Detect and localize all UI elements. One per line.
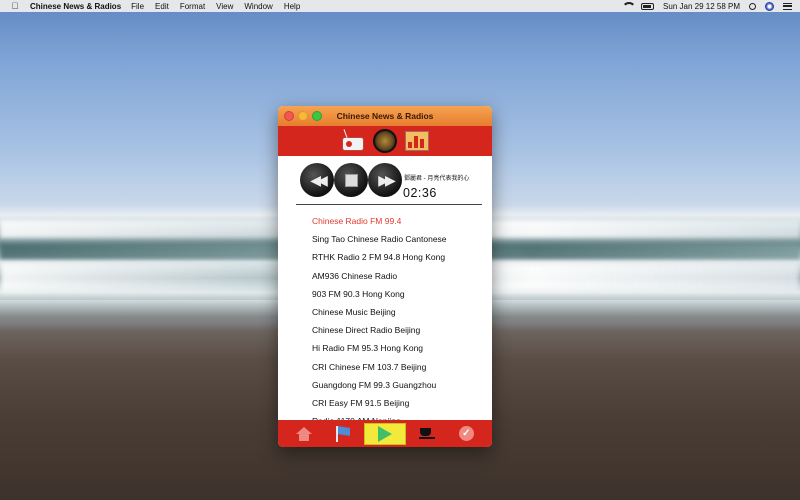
tab-home[interactable]	[286, 423, 322, 445]
station-list-item[interactable]: AM936 Chinese Radio	[312, 267, 492, 285]
play-icon	[377, 425, 392, 442]
fast-forward-button[interactable]: ▶▶	[368, 163, 402, 197]
tab-podcast[interactable]	[373, 129, 397, 153]
status-area: Sun Jan 29 12 58 PM	[622, 1, 792, 11]
menu-bar:  Chinese News & Radios File Edit Format…	[0, 0, 800, 12]
station-list-scroll[interactable]: Chinese Radio FM 99.4 Sing Tao Chinese Ra…	[278, 212, 492, 420]
menu-help[interactable]: Help	[284, 2, 300, 11]
siri-icon[interactable]	[765, 1, 774, 11]
notification-center-icon[interactable]	[783, 2, 792, 10]
menu-view[interactable]: View	[216, 2, 233, 11]
menu-app-name[interactable]: Chinese News & Radios	[30, 2, 121, 11]
zoom-button[interactable]	[312, 111, 322, 121]
window-titlebar[interactable]: Chinese News & Radios	[278, 106, 492, 126]
tab-more-apps[interactable]	[409, 423, 445, 445]
fast-forward-icon: ▶▶	[378, 172, 395, 188]
chart-icon	[405, 131, 429, 151]
station-list-item[interactable]: Sing Tao Chinese Radio Cantonese	[312, 230, 492, 248]
window-controls	[284, 111, 322, 121]
station-list-item[interactable]: CRI Easy FM 91.5 Beijing	[312, 394, 492, 412]
player-panel: ◀◀ ▶▶ 鄧麗君 - 月亮代表我的心 02:36	[278, 156, 492, 212]
close-button[interactable]	[284, 111, 294, 121]
search-icon[interactable]	[749, 2, 756, 10]
playback-time: 02:36	[403, 186, 437, 200]
minimize-button[interactable]	[298, 111, 308, 121]
stop-button[interactable]	[334, 163, 368, 197]
battery-icon[interactable]	[641, 2, 655, 10]
bottom-tab-bar: ✓	[278, 420, 492, 447]
station-list-item[interactable]: Chinese Radio FM 99.4	[312, 212, 492, 230]
home-icon	[295, 426, 312, 441]
station-list-item[interactable]: CRI Chinese FM 103.7 Beijing	[312, 358, 492, 376]
top-tab-bar	[278, 126, 492, 156]
rewind-button[interactable]: ◀◀	[300, 163, 334, 197]
menubar-clock[interactable]: Sun Jan 29 12 58 PM	[663, 2, 740, 11]
station-list-item[interactable]: Chinese Direct Radio Beijing	[312, 321, 492, 339]
station-list-item[interactable]: 903 FM 90.3 Hong Kong	[312, 285, 492, 303]
check-icon: ✓	[458, 426, 474, 441]
cup-icon	[419, 427, 436, 440]
menu-edit[interactable]: Edit	[155, 2, 169, 11]
station-list-item[interactable]: Guangdong FM 99.3 Guangzhou	[312, 376, 492, 394]
app-window: Chinese News & Radios ◀◀ ▶▶ 鄧麗君 - 月亮代表我的…	[278, 106, 492, 447]
tab-radio[interactable]	[341, 129, 365, 153]
stop-icon	[344, 173, 358, 187]
rewind-icon: ◀◀	[310, 172, 327, 188]
station-list-item[interactable]: RTHK Radio 2 FM 94.8 Hong Kong	[312, 248, 492, 266]
station-list-item[interactable]: Chinese Music Beijing	[312, 303, 492, 321]
menu-format[interactable]: Format	[180, 2, 205, 11]
radio-icon	[342, 137, 364, 151]
menu-file[interactable]: File	[131, 2, 144, 11]
flag-icon	[335, 425, 351, 442]
wifi-icon[interactable]	[622, 2, 637, 10]
tab-favorites[interactable]: ✓	[448, 423, 484, 445]
tab-countries[interactable]	[325, 423, 361, 445]
station-list-item[interactable]: Radio 1170 AM Nanjing	[312, 412, 492, 420]
tab-play[interactable]	[363, 422, 406, 445]
now-playing-title: 鄧麗君 - 月亮代表我的心	[404, 176, 470, 182]
station-list: Chinese Radio FM 99.4 Sing Tao Chinese Ra…	[278, 212, 492, 420]
apple-menu-icon[interactable]: 	[8, 1, 22, 11]
menu-window[interactable]: Window	[244, 2, 272, 11]
station-list-item[interactable]: Hi Radio FM 95.3 Hong Kong	[312, 339, 492, 357]
player-divider	[296, 204, 482, 205]
podcast-icon	[373, 129, 397, 153]
tab-chart[interactable]	[405, 129, 429, 153]
